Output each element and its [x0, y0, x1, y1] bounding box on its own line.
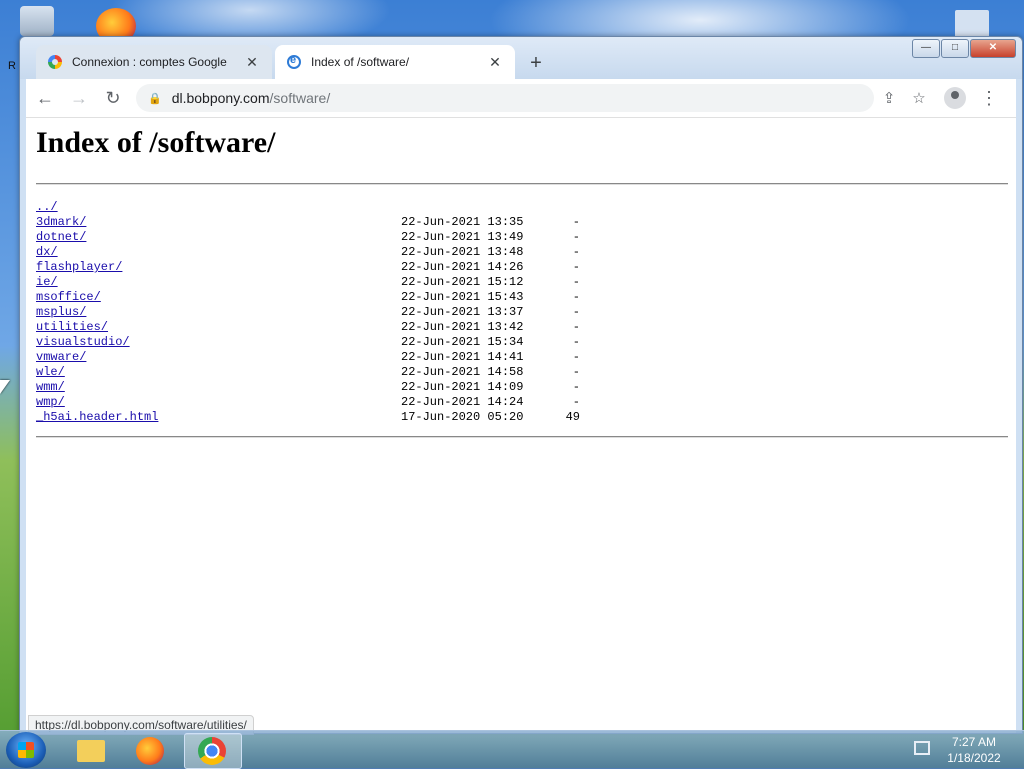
listing-size: -: [572, 380, 580, 394]
listing-link[interactable]: wmp/: [36, 395, 65, 410]
listing-link[interactable]: 3dmark/: [36, 215, 86, 230]
listing-link[interactable]: wle/: [36, 365, 65, 380]
listing-row: ie/22-Jun-2021 15:12-: [36, 275, 596, 290]
directory-listing: ../3dmark/22-Jun-2021 13:35- dotnet/22-Ju…: [36, 200, 596, 425]
listing-size: -: [572, 335, 580, 349]
listing-size: -: [572, 365, 580, 379]
listing-row: ../: [36, 200, 596, 215]
firefox-icon[interactable]: [122, 733, 178, 767]
listing-link[interactable]: msplus/: [36, 305, 86, 320]
listing-link[interactable]: dotnet/: [36, 230, 86, 245]
bottom-divider: [36, 436, 1008, 438]
listing-size: -: [572, 215, 580, 229]
listing-row: utilities/22-Jun-2021 13:42-: [36, 320, 596, 335]
desktop-label-fragment: R: [8, 60, 16, 72]
listing-row: visualstudio/22-Jun-2021 15:34-: [36, 335, 596, 350]
url-host: dl.bobpony.com: [171, 90, 270, 106]
new-tab-button[interactable]: +: [524, 51, 548, 75]
clock[interactable]: 7:27 AM 1/18/2022: [938, 734, 1010, 766]
listing-link[interactable]: _h5ai.header.html: [36, 410, 158, 425]
browser-toolbar: ← → ↻ 🔒 dl.bobpony.com/software/ ⇪ ☆ ⋮: [26, 79, 1016, 118]
reload-icon[interactable]: ↻: [98, 83, 128, 113]
listing-size: -: [572, 350, 580, 364]
google-icon: [48, 55, 62, 69]
page-content: Index of /software/ ../3dmark/22-Jun-202…: [26, 118, 1016, 733]
chrome-icon[interactable]: [184, 733, 242, 769]
listing-link[interactable]: dx/: [36, 245, 58, 260]
listing-link[interactable]: utilities/: [36, 320, 108, 335]
close-tab-icon[interactable]: ✕: [244, 54, 260, 71]
listing-row: _h5ai.header.html 17-Jun-2020 05:20 49: [36, 410, 596, 425]
listing-size: -: [572, 260, 580, 274]
page-title: Index of /software/: [36, 126, 276, 159]
close-window-button[interactable]: ✕: [970, 39, 1016, 58]
windows-explorer-icon[interactable]: [63, 733, 119, 767]
tab-label: Connexion : comptes Google: [72, 55, 227, 69]
listing-size: -: [572, 320, 580, 334]
listing-size: -: [572, 245, 580, 259]
bookmark-star-icon[interactable]: ☆: [904, 89, 934, 107]
address-bar[interactable]: 🔒 dl.bobpony.com/software/: [136, 84, 874, 112]
listing-link[interactable]: ../: [36, 200, 58, 215]
listing-row: msoffice/22-Jun-2021 15:43-: [36, 290, 596, 305]
start-button[interactable]: [6, 732, 46, 768]
clock-date: 1/18/2022: [947, 751, 1001, 765]
tab-strip: Connexion : comptes Google ✕ Index of /s…: [20, 37, 1022, 79]
listing-link[interactable]: wmm/: [36, 380, 65, 395]
listing-link[interactable]: vmware/: [36, 350, 86, 365]
taskbar: 7:27 AM 1/18/2022: [0, 730, 1024, 769]
listing-size: -: [572, 290, 580, 304]
listing-size: 49: [565, 410, 580, 424]
forward-arrow-icon[interactable]: →: [64, 83, 94, 113]
listing-row: 3dmark/22-Jun-2021 13:35-: [36, 215, 596, 230]
clock-time: 7:27 AM: [951, 735, 997, 749]
window-controls: — □ ✕: [911, 39, 1016, 58]
minimize-button[interactable]: —: [912, 39, 940, 58]
url-path: /software/: [269, 90, 331, 106]
recycle-bin-icon[interactable]: [20, 6, 54, 36]
listing-row: wle/22-Jun-2021 14:58-: [36, 365, 596, 380]
more-menu-icon[interactable]: ⋮: [974, 88, 1004, 109]
mouse-cursor-icon: [0, 380, 10, 394]
listing-size: -: [572, 230, 580, 244]
listing-size: -: [572, 275, 580, 289]
maximize-button[interactable]: □: [941, 39, 969, 58]
listing-link[interactable]: flashplayer/: [36, 260, 122, 275]
tab-index-software[interactable]: Index of /software/ ✕: [275, 45, 515, 79]
listing-row: msplus/22-Jun-2021 13:37-: [36, 305, 596, 320]
listing-row: dx/22-Jun-2021 13:48-: [36, 245, 596, 260]
tab-google-login[interactable]: Connexion : comptes Google ✕: [36, 45, 272, 79]
listing-link[interactable]: msoffice/: [36, 290, 101, 305]
listing-link[interactable]: ie/: [36, 275, 58, 290]
back-arrow-icon[interactable]: ←: [30, 83, 60, 113]
listing-link[interactable]: visualstudio/: [36, 335, 130, 350]
listing-row: dotnet/22-Jun-2021 13:49-: [36, 230, 596, 245]
listing-row: vmware/22-Jun-2021 14:41-: [36, 350, 596, 365]
share-icon[interactable]: ⇪: [874, 89, 904, 107]
listing-size: -: [572, 395, 580, 409]
tab-label: Index of /software/: [311, 55, 410, 69]
listing-row: wmm/22-Jun-2021 14:09-: [36, 380, 596, 395]
close-tab-icon[interactable]: ✕: [487, 54, 503, 71]
network-icon[interactable]: [914, 741, 930, 755]
listing-row: wmp/22-Jun-2021 14:24-: [36, 395, 596, 410]
browser-window: Connexion : comptes Google ✕ Index of /s…: [19, 36, 1023, 735]
top-divider: [36, 183, 1008, 185]
listing-size: -: [572, 305, 580, 319]
listing-row: flashplayer/22-Jun-2021 14:26-: [36, 260, 596, 275]
lock-icon[interactable]: 🔒: [148, 92, 162, 105]
profile-avatar-icon[interactable]: [944, 87, 966, 109]
ie-page-icon: [287, 54, 301, 69]
